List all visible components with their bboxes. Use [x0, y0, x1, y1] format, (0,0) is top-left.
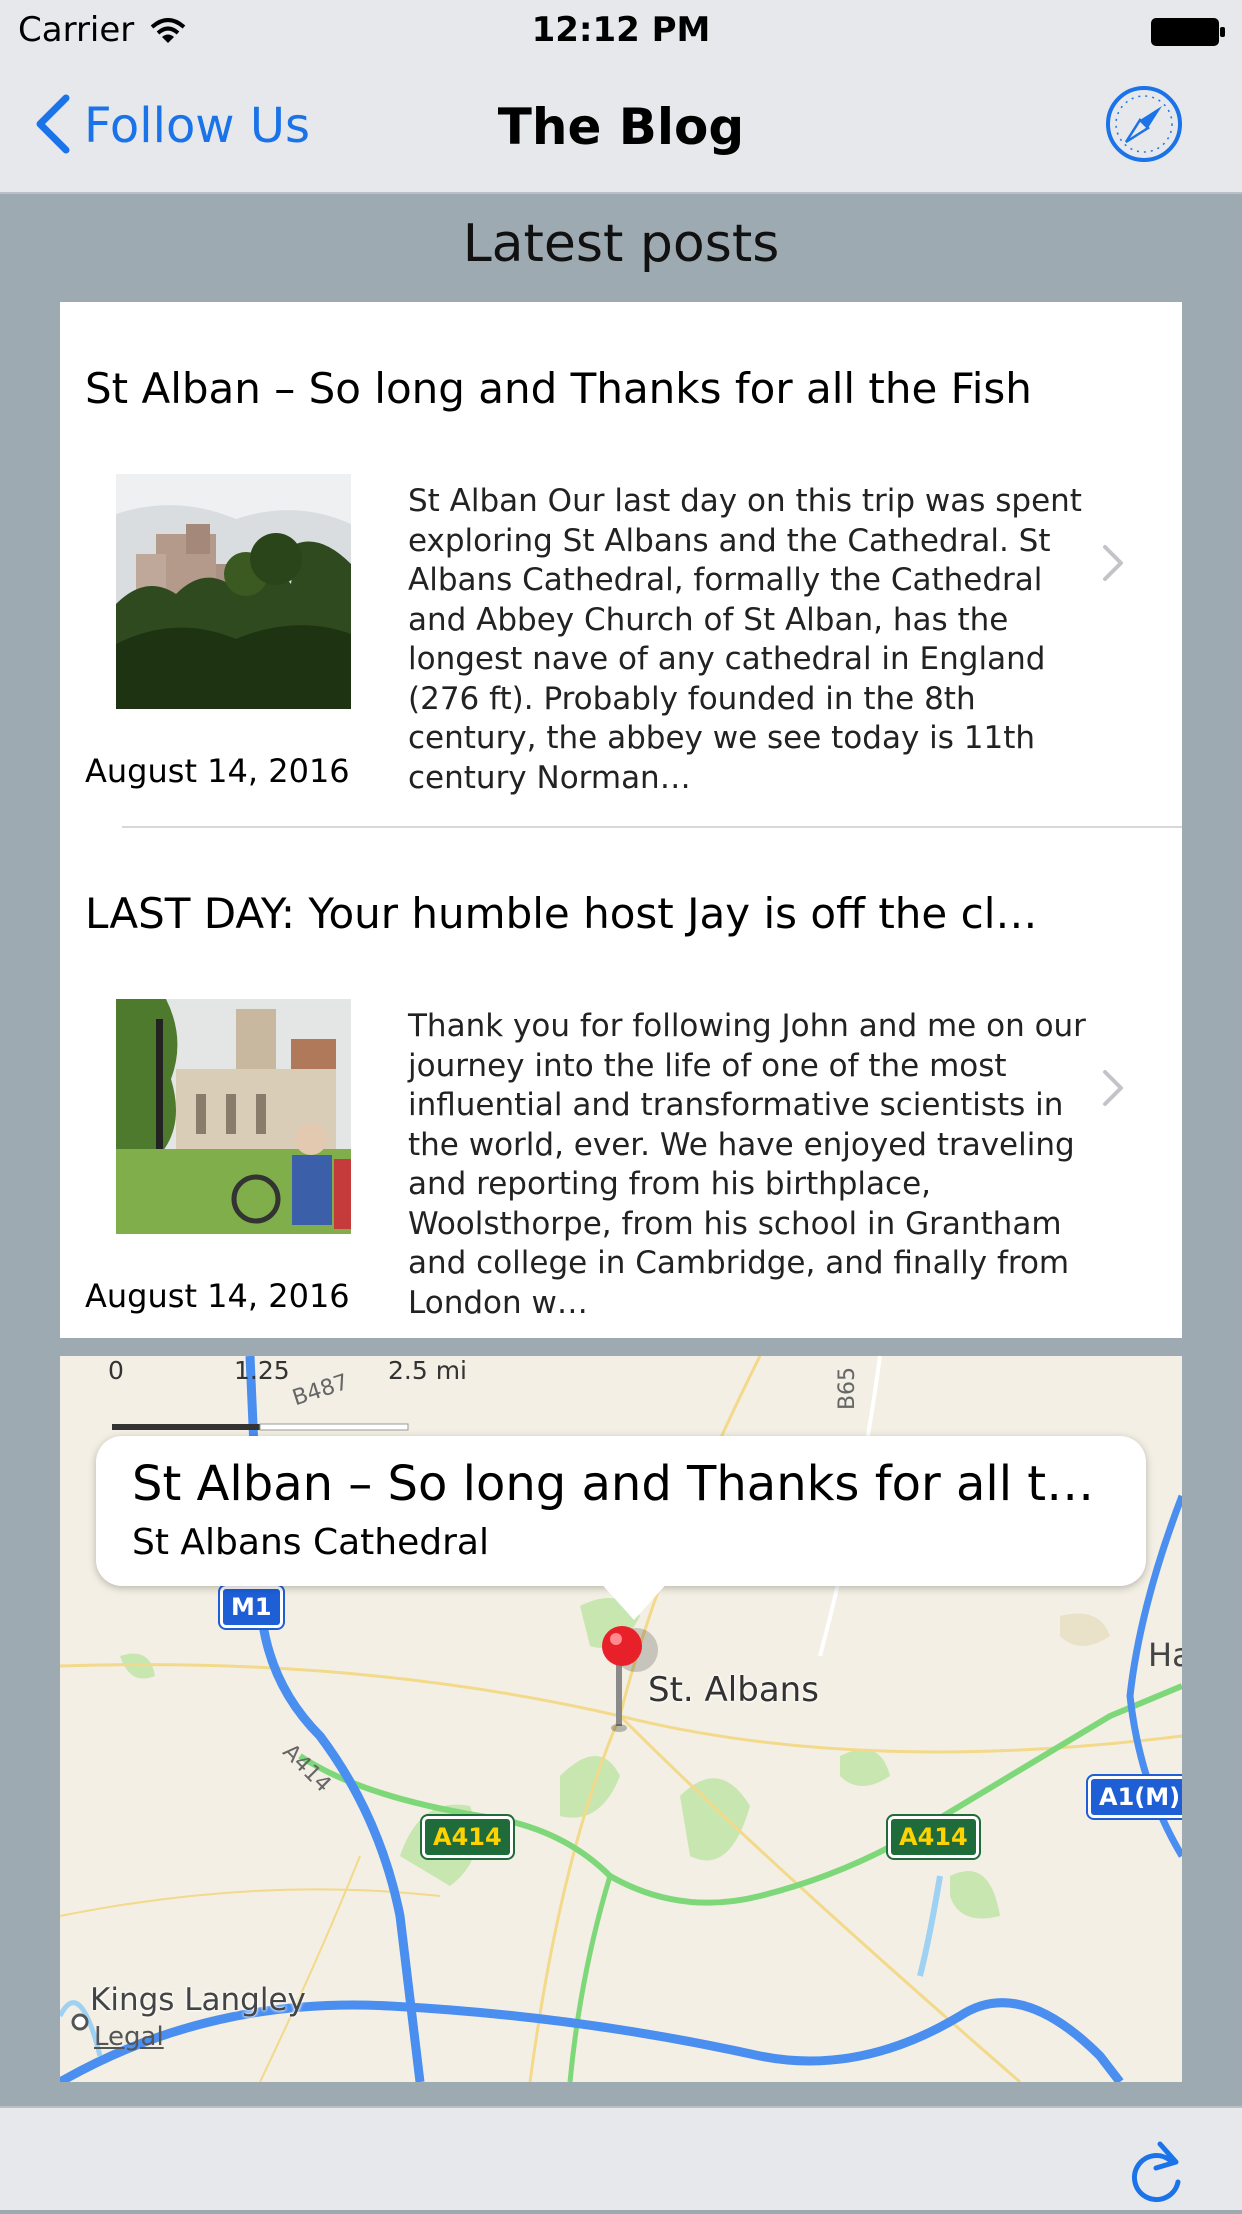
post-thumbnail	[116, 474, 351, 709]
chevron-right-icon	[1102, 544, 1124, 586]
post-excerpt: Thank you for following John and me on o…	[408, 1008, 1086, 1321]
posts-list: St Alban – So long and Thanks for all th…	[60, 302, 1182, 1338]
map-place-label-edge: Ha	[1148, 1636, 1182, 1674]
scale-label-zero: 0	[108, 1356, 124, 1385]
map-town-label: Kings Langley	[90, 1982, 306, 2018]
map-callout-arrow	[598, 1580, 670, 1620]
refresh-icon	[1126, 2141, 1186, 2214]
post-row[interactable]: St Alban – So long and Thanks for all th…	[60, 302, 1182, 828]
battery-icon	[1150, 16, 1226, 56]
map-callout-subtitle: St Albans Cathedral	[132, 1522, 489, 1563]
map-legal-link[interactable]: Legal	[94, 2022, 164, 2052]
post-thumbnail	[116, 999, 351, 1234]
map-callout-title: St Alban – So long and Thanks for all th…	[132, 1456, 1122, 1512]
map-callout[interactable]: St Alban – So long and Thanks for all th…	[96, 1436, 1146, 1586]
status-bar: Carrier 12:12 PM	[0, 0, 1242, 60]
road-shield-a1m: A1(M)	[1088, 1776, 1182, 1818]
open-in-safari-button[interactable]	[1104, 84, 1184, 168]
road-label-b65: B65	[835, 1366, 861, 1411]
safari-compass-icon	[1104, 86, 1184, 168]
bottom-toolbar	[0, 2106, 1242, 2210]
post-title: St Alban – So long and Thanks for all th…	[85, 364, 1032, 413]
post-title: LAST DAY: Your humble host Jay is off th…	[85, 889, 1038, 938]
post-date: August 14, 2016	[85, 752, 350, 790]
refresh-button[interactable]	[1126, 2138, 1186, 2214]
navigation-bar: Follow Us The Blog	[0, 60, 1242, 194]
post-excerpt: St Alban Our last day on this trip was s…	[408, 483, 1082, 796]
map-view[interactable]: 0 1.25 2.5 mi B487 B65 A414 M1 A414 A414…	[60, 1356, 1182, 2082]
scale-label-mid: 1.25	[234, 1356, 290, 1385]
post-row[interactable]: LAST DAY: Your humble host Jay is off th…	[60, 827, 1182, 1352]
post-date: August 14, 2016	[85, 1277, 350, 1315]
status-time: 12:12 PM	[531, 10, 711, 50]
road-shield-a414: A414	[422, 1816, 513, 1858]
section-title: Latest posts	[462, 214, 780, 274]
chevron-right-icon	[1102, 1069, 1124, 1111]
map-city-label: St. Albans	[648, 1670, 819, 1710]
road-shield-a414: A414	[888, 1816, 979, 1858]
page-title: The Blog	[497, 98, 745, 156]
road-shield-m1: M1	[220, 1586, 283, 1628]
scale-label-max: 2.5 mi	[388, 1356, 468, 1385]
